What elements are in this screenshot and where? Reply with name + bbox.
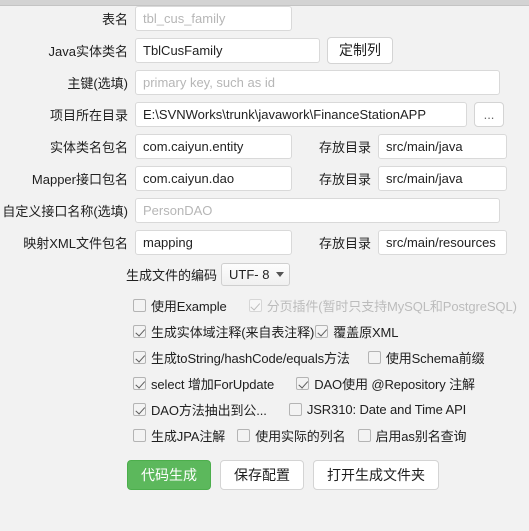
save-config-button[interactable]: 保存配置 xyxy=(220,460,304,490)
checkbox-box xyxy=(288,403,302,416)
options-row-3: 生成toString/hashCode/equals方法 使用Schema前缀 xyxy=(0,347,529,368)
checkbox-use-example[interactable]: 使用Example xyxy=(133,296,227,315)
label-entity-class-name: Java实体类名 xyxy=(48,44,128,59)
checkbox-enable-as-alias-query[interactable]: 启用as别名查询 xyxy=(357,426,467,445)
custom-interface-name-input[interactable] xyxy=(135,198,500,223)
encoding-selected-value: UTF- 8 xyxy=(229,266,270,282)
action-button-row: 代码生成 保存配置 打开生成文件夹 xyxy=(0,460,529,490)
form-row-xml-package: 映射XML文件包名 存放目录 xyxy=(0,230,529,255)
label-entity-package: 实体类名包名 xyxy=(49,140,128,155)
checkbox-jsr310-date-time-api[interactable]: JSR310: Date and Time API xyxy=(288,402,467,417)
encoding-select[interactable]: UTF- 8 xyxy=(221,262,291,286)
checkbox-label: JSR310: Date and Time API xyxy=(306,402,467,417)
entity-package-input[interactable] xyxy=(135,134,292,159)
checkbox-overwrite-xml[interactable]: 覆盖原XML xyxy=(315,322,399,341)
checkbox-dao-methods-to-common[interactable]: DAO方法抽出到公... xyxy=(133,400,267,419)
checkbox-label: 分页插件(暂时只支持MySQL和PostgreSQL) xyxy=(266,299,517,314)
table-name-input[interactable] xyxy=(135,6,292,31)
checkbox-label: 启用as别名查询 xyxy=(375,429,467,444)
encoding-row: 生成文件的编码 UTF- 8 xyxy=(0,262,529,286)
options-row-5: DAO方法抽出到公... JSR310: Date and Time API xyxy=(0,399,529,420)
checkbox-box xyxy=(357,429,371,442)
project-directory-input[interactable] xyxy=(135,102,467,127)
checkbox-label: 使用Example xyxy=(151,299,227,314)
label-xml-output-dir: 存放目录 xyxy=(318,236,371,251)
checkbox-use-actual-column-names[interactable]: 使用实际的列名 xyxy=(237,426,346,445)
primary-key-input[interactable] xyxy=(135,70,500,95)
checkbox-label: 生成实体域注释(来自表注释) xyxy=(151,325,315,340)
form-row-project-directory: 项目所在目录 ... xyxy=(0,102,529,127)
label-mapper-package: Mapper接口包名 xyxy=(31,172,128,187)
checkbox-box xyxy=(133,429,146,442)
checkbox-box xyxy=(133,325,146,338)
chevron-down-icon xyxy=(276,271,285,277)
checkbox-label: 使用实际的列名 xyxy=(255,429,346,444)
mybatis-generator-window: 表名 Java实体类名 定制列 主键(选填) 项目所在目录 ... 实体类名包名… xyxy=(0,0,529,531)
generate-code-button[interactable]: 代码生成 xyxy=(127,460,211,490)
mapper-package-input[interactable] xyxy=(135,166,292,191)
checkbox-dao-repository-annotation[interactable]: DAO使用 @Repository 注解 xyxy=(296,374,475,393)
label-entity-output-dir: 存放目录 xyxy=(318,140,371,155)
entity-output-dir-input[interactable] xyxy=(378,134,507,159)
checkbox-label: 覆盖原XML xyxy=(333,325,399,340)
options-row-2: 生成实体域注释(来自表注释) 覆盖原XML xyxy=(0,321,529,342)
xml-output-dir-input[interactable] xyxy=(378,230,507,255)
checkbox-tostring-hashcode-equals[interactable]: 生成toString/hashCode/equals方法 xyxy=(133,348,350,367)
label-primary-key: 主键(选填) xyxy=(67,76,128,91)
label-xml-package: 映射XML文件包名 xyxy=(23,236,128,251)
form-row-entity-package: 实体类名包名 存放目录 xyxy=(0,134,529,159)
checkbox-label: 使用Schema前缀 xyxy=(385,351,485,366)
checkbox-entity-field-comment[interactable]: 生成实体域注释(来自表注释) xyxy=(133,322,314,341)
xml-package-input[interactable] xyxy=(135,230,292,255)
checkbox-box xyxy=(248,299,262,312)
checkbox-use-schema-prefix[interactable]: 使用Schema前缀 xyxy=(367,348,485,367)
label-encoding: 生成文件的编码 xyxy=(126,267,218,283)
checkbox-box xyxy=(296,377,310,390)
checkbox-box xyxy=(237,429,251,442)
checkbox-box xyxy=(133,403,146,416)
checkbox-box xyxy=(367,351,381,364)
checkbox-box xyxy=(133,351,146,364)
checkbox-pagination-plugin: 分页插件(暂时只支持MySQL和PostgreSQL) xyxy=(248,296,517,315)
options-row-1: 使用Example 分页插件(暂时只支持MySQL和PostgreSQL) xyxy=(0,295,529,316)
label-project-directory: 项目所在目录 xyxy=(49,108,128,123)
form-row-entity-class-name: Java实体类名 定制列 xyxy=(0,37,529,64)
form-row-mapper-package: Mapper接口包名 存放目录 xyxy=(0,166,529,191)
checkbox-label: 生成toString/hashCode/equals方法 xyxy=(151,351,350,366)
checkbox-label: select 增加ForUpdate xyxy=(151,377,275,392)
custom-column-button[interactable]: 定制列 xyxy=(327,37,393,64)
form-row-primary-key: 主键(选填) xyxy=(0,70,529,95)
checkbox-box xyxy=(315,325,329,338)
entity-class-name-input[interactable] xyxy=(135,38,320,63)
checkbox-box xyxy=(133,299,146,312)
options-row-6: 生成JPA注解 使用实际的列名 启用as别名查询 xyxy=(0,425,529,446)
options-row-4: select 增加ForUpdate DAO使用 @Repository 注解 xyxy=(0,373,529,394)
checkbox-generate-jpa-annotation[interactable]: 生成JPA注解 xyxy=(133,426,225,445)
label-mapper-output-dir: 存放目录 xyxy=(318,172,371,187)
checkbox-box xyxy=(133,377,146,390)
form-row-table-name: 表名 xyxy=(0,6,529,31)
checkbox-select-for-update[interactable]: select 增加ForUpdate xyxy=(133,374,274,393)
mapper-output-dir-input[interactable] xyxy=(378,166,507,191)
browse-directory-button[interactable]: ... xyxy=(474,102,504,127)
label-custom-interface-name: 自定义接口名称(选填) xyxy=(2,204,128,219)
checkbox-label: DAO使用 @Repository 注解 xyxy=(314,377,475,392)
form-area: 表名 Java实体类名 定制列 主键(选填) 项目所在目录 ... 实体类名包名… xyxy=(0,6,529,490)
checkbox-label: 生成JPA注解 xyxy=(151,429,226,444)
label-table-name: 表名 xyxy=(101,12,128,27)
checkbox-label: DAO方法抽出到公... xyxy=(151,403,267,418)
open-generated-folder-button[interactable]: 打开生成文件夹 xyxy=(313,460,439,490)
form-row-custom-interface-name: 自定义接口名称(选填) xyxy=(0,198,529,223)
